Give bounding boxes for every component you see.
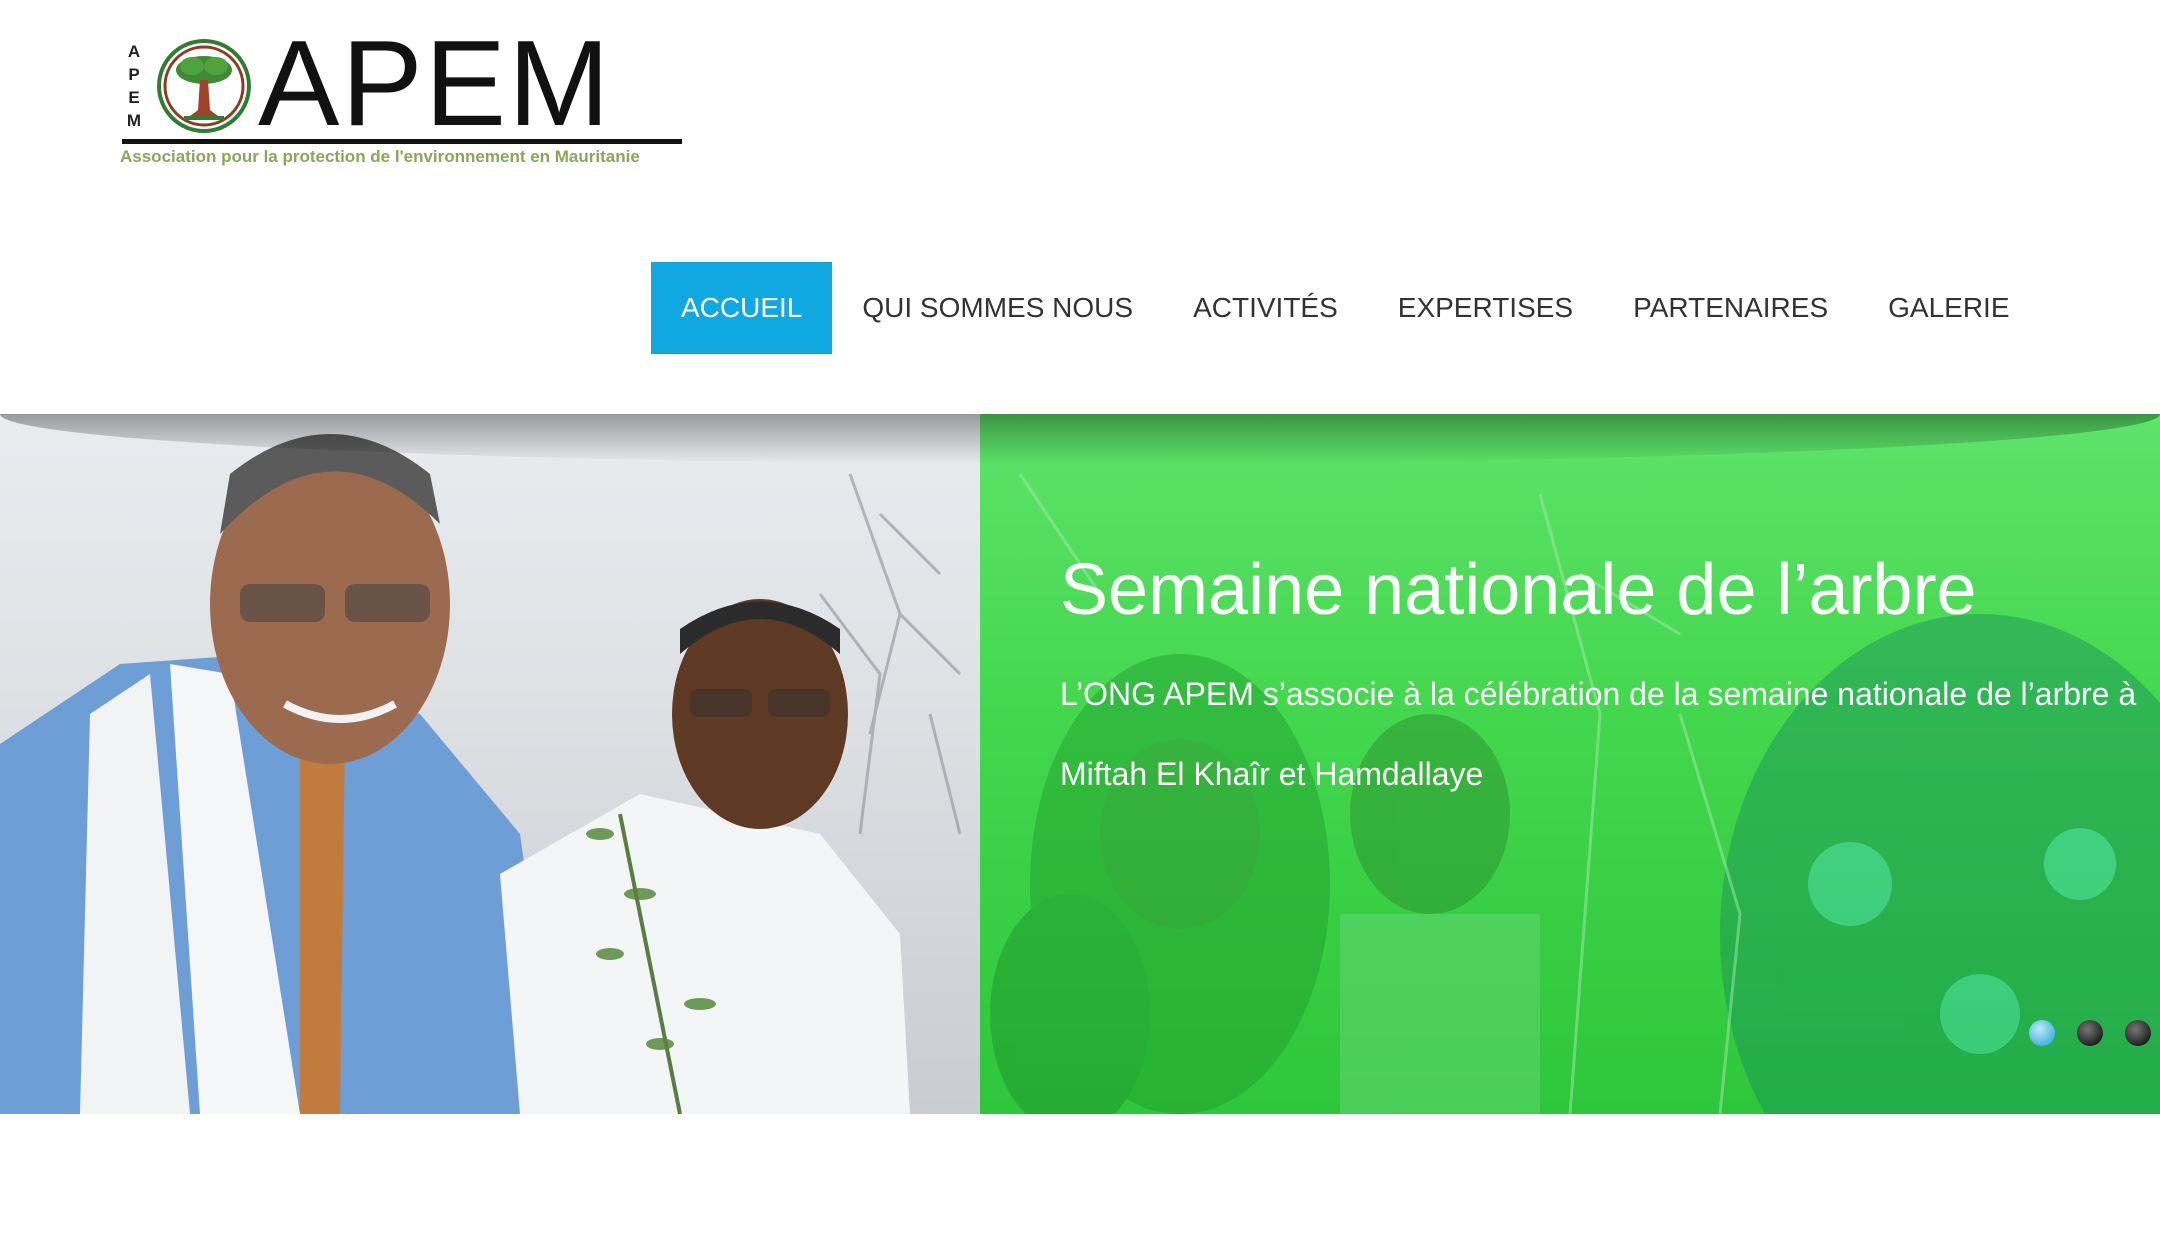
hero-photo-illustration <box>0 434 962 1114</box>
logo-tagline: Association pour la protection de l'envi… <box>120 147 640 166</box>
logo-letter: E <box>128 88 140 107</box>
nav-item-expertises[interactable]: EXPERTISES <box>1368 262 1603 354</box>
site-logo[interactable]: A P E M APEM Association pour la protect… <box>118 22 688 174</box>
slider-dot-2[interactable] <box>2077 1020 2103 1046</box>
tree-emblem-icon <box>157 39 251 133</box>
logo-vertical-letters: A P E M <box>124 40 144 132</box>
logo-divider <box>122 139 682 144</box>
nav-item-galerie[interactable]: GALERIE <box>1858 262 2039 354</box>
hero-title: Semaine nationale de l’arbre <box>1060 550 1977 630</box>
nav-item-activites[interactable]: ACTIVITÉS <box>1163 262 1368 354</box>
logo-letter: A <box>127 42 141 61</box>
main-navigation: ACCUEIL QUI SOMMES NOUS ACTIVITÉS EXPERT… <box>651 262 2040 354</box>
nav-item-accueil[interactable]: ACCUEIL <box>651 262 833 354</box>
nav-item-partenaires[interactable]: PARTENAIRES <box>1603 262 1858 354</box>
logo-letter: P <box>128 65 140 84</box>
logo-wordmark: APEM <box>258 15 612 151</box>
hero-slider[interactable]: Semaine nationale de l’arbre L’ONG APEM … <box>0 414 2160 1114</box>
hero-caption-panel: Semaine nationale de l’arbre L’ONG APEM … <box>980 414 2160 1114</box>
nav-item-qui-sommes-nous[interactable]: QUI SOMMES NOUS <box>832 262 1163 354</box>
slider-dot-3[interactable] <box>2125 1020 2151 1046</box>
hero-photo <box>0 414 980 1114</box>
hero-caption: L’ONG APEM s’associe à la célébration de… <box>1060 676 2137 792</box>
logo-letter: M <box>126 111 142 130</box>
slider-pagination <box>2029 1020 2151 1046</box>
slider-dot-1[interactable] <box>2029 1020 2055 1046</box>
